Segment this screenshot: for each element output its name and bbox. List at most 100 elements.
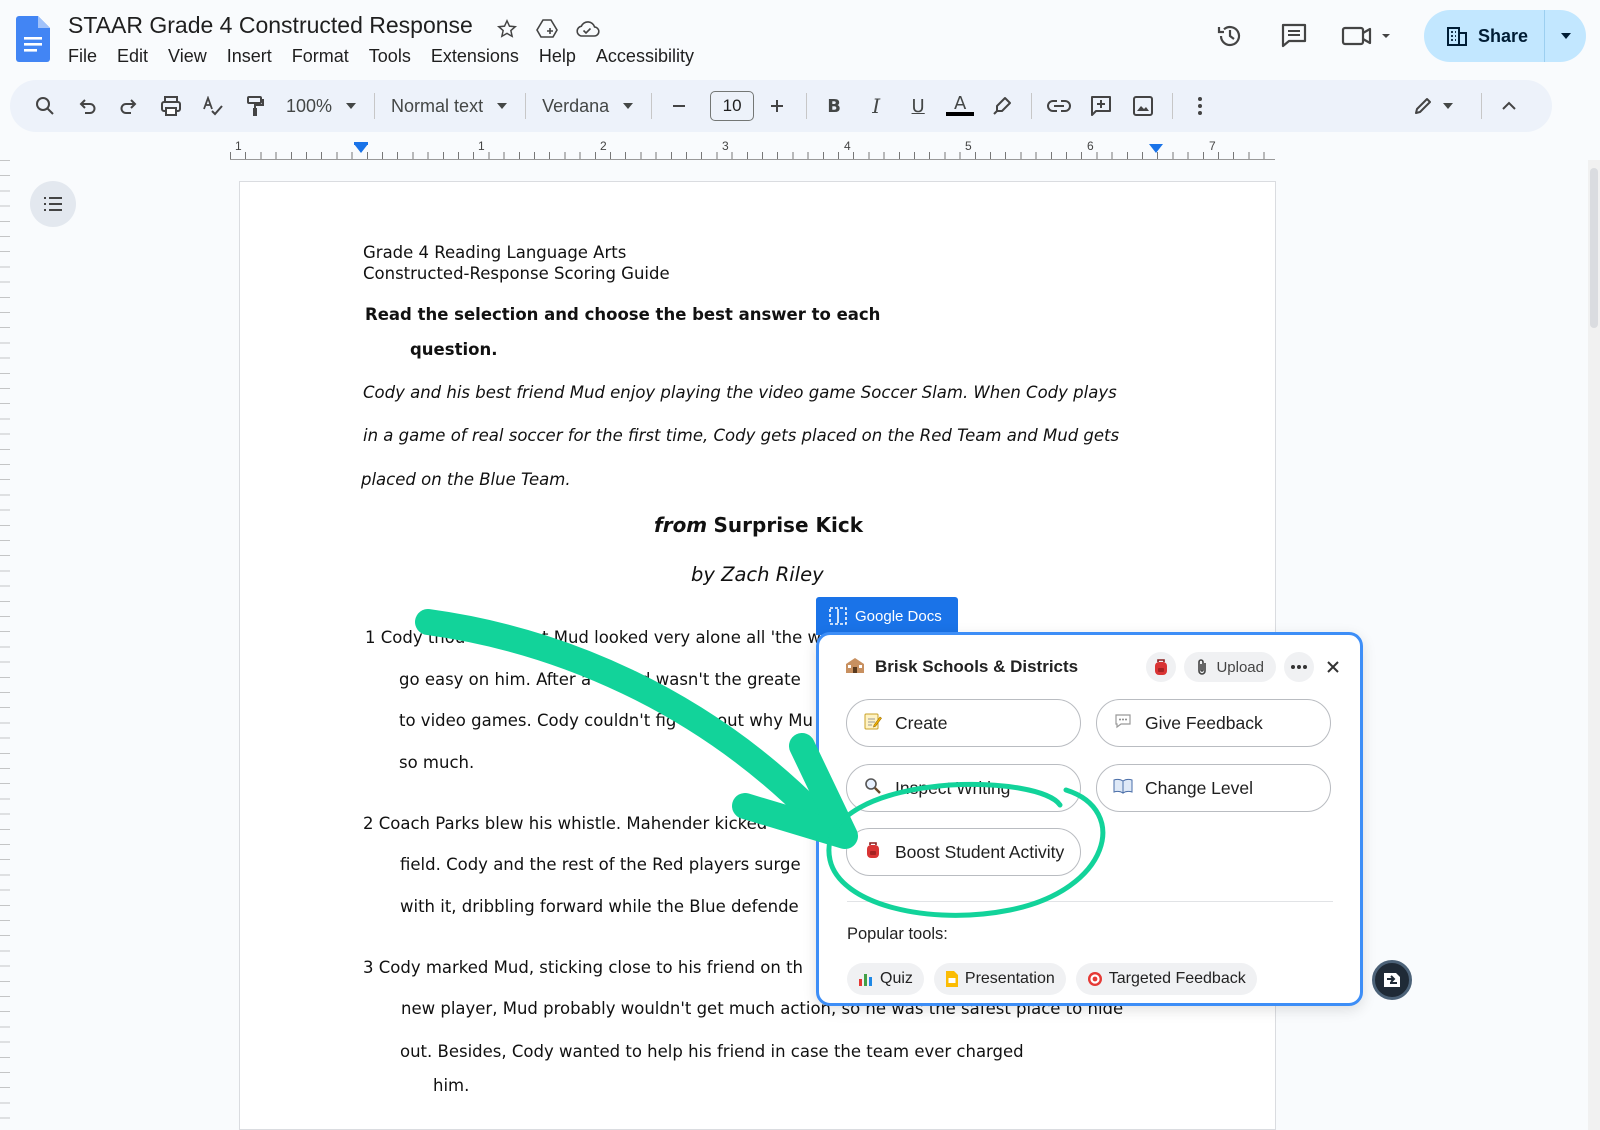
story-byline: by Zach Riley xyxy=(691,563,824,586)
upload-button[interactable]: Upload xyxy=(1184,652,1276,682)
star-icon[interactable] xyxy=(494,16,520,42)
boost-student-activity-label: Boost Student Activity xyxy=(895,841,1065,862)
open-book-icon xyxy=(1113,778,1133,799)
divider xyxy=(525,93,527,119)
right-indent-marker[interactable] xyxy=(1149,144,1163,153)
change-level-button[interactable]: Change Level xyxy=(1096,764,1331,812)
menu-accessibility[interactable]: Accessibility xyxy=(586,46,704,66)
create-button[interactable]: Create xyxy=(846,699,1081,747)
paint-format-icon[interactable] xyxy=(238,89,272,123)
brisk-floating-button[interactable] xyxy=(1372,960,1412,1000)
share-button[interactable]: Share xyxy=(1423,10,1586,62)
google-docs-context-tab[interactable]: Google Docs xyxy=(816,597,958,635)
inspect-writing-button[interactable]: Inspect Writing xyxy=(846,764,1081,812)
zoom-select[interactable]: 100% xyxy=(280,89,362,123)
more-horizontal-icon[interactable] xyxy=(1284,652,1314,682)
text-color-button[interactable]: A xyxy=(943,89,977,123)
document-title[interactable]: STAAR Grade 4 Constructed Response xyxy=(68,12,473,39)
spellcheck-icon[interactable] xyxy=(196,89,230,123)
story-title: Surprise Kick xyxy=(713,513,863,537)
popular-tools-list: Quiz Presentation Targeted Feedback xyxy=(847,963,1257,995)
menu-tools[interactable]: Tools xyxy=(359,46,421,66)
memo-pencil-icon xyxy=(863,712,883,735)
doc-instruction-line2: question. xyxy=(410,340,498,359)
font-size-input[interactable]: 10 xyxy=(710,91,755,121)
quiz-chip[interactable]: Quiz xyxy=(847,963,924,995)
para3-line3: out. Besides, Cody wanted to help his fr… xyxy=(400,1042,1024,1061)
cloud-saved-icon[interactable] xyxy=(574,16,600,42)
ruler-baseline xyxy=(230,159,1275,160)
document-outline-button[interactable] xyxy=(30,181,76,227)
ruler-number: 1 xyxy=(235,139,242,153)
outline-list-icon xyxy=(44,197,62,211)
boost-student-activity-button[interactable]: Boost Student Activity xyxy=(846,828,1081,876)
pencil-icon xyxy=(1415,98,1431,114)
insert-image-icon[interactable] xyxy=(1126,89,1160,123)
zoom-value: 100% xyxy=(286,95,333,116)
meet-camera-icon[interactable] xyxy=(1340,18,1396,54)
menu-bar: File Edit View Insert Format Tools Exten… xyxy=(68,46,704,66)
targeted-feedback-label: Targeted Feedback xyxy=(1108,970,1246,987)
bold-button[interactable]: B xyxy=(817,89,851,123)
close-icon[interactable] xyxy=(1322,656,1344,678)
ruler-number: 3 xyxy=(722,139,729,153)
italic-button[interactable]: I xyxy=(859,89,893,123)
highlight-pen-icon[interactable] xyxy=(985,89,1019,123)
search-menus-icon[interactable] xyxy=(28,89,62,123)
ruler-number: 4 xyxy=(844,139,851,153)
underline-button[interactable]: U xyxy=(901,89,935,123)
popular-tools-label: Popular tools: xyxy=(847,925,948,943)
doc-intro-line3: placed on the Blue Team. xyxy=(361,470,571,489)
version-history-icon[interactable] xyxy=(1212,18,1248,54)
bar-chart-icon xyxy=(859,974,872,986)
brisk-panel: Brisk Schools & Districts Upload Create xyxy=(816,632,1363,1006)
scrollbar-thumb[interactable] xyxy=(1590,168,1598,328)
para3-line4: him. xyxy=(433,1076,470,1095)
ruler-number: 1 xyxy=(478,139,485,153)
font-select[interactable]: Verdana xyxy=(536,89,639,123)
print-icon[interactable] xyxy=(154,89,188,123)
divider xyxy=(1031,93,1033,119)
left-indent-marker[interactable] xyxy=(354,144,368,153)
decrease-font-size-icon[interactable] xyxy=(662,89,696,123)
menu-insert[interactable]: Insert xyxy=(217,46,282,66)
menu-format[interactable]: Format xyxy=(282,46,359,66)
story-from: from xyxy=(654,513,708,537)
targeted-feedback-chip[interactable]: Targeted Feedback xyxy=(1075,963,1257,995)
text-color-glyph: A xyxy=(953,93,967,114)
share-dropdown-button[interactable] xyxy=(1544,10,1586,62)
toolbar: 100% Normal text Verdana 10 B I U A xyxy=(10,80,1552,132)
ruler-number: 6 xyxy=(1087,139,1094,153)
google-docs-logo-icon[interactable] xyxy=(16,16,50,62)
para1-line1a: 1 Cody thou xyxy=(365,628,466,647)
para1-line2b: d wasn't the greate xyxy=(640,670,801,689)
hide-menus-chevron-up-icon[interactable] xyxy=(1492,89,1526,123)
give-feedback-label: Give Feedback xyxy=(1145,712,1263,733)
menu-file[interactable]: File xyxy=(68,46,107,66)
comments-icon[interactable] xyxy=(1276,18,1312,54)
presentation-chip[interactable]: Presentation xyxy=(933,963,1066,995)
doc-header-line1: Grade 4 Reading Language Arts xyxy=(363,243,627,262)
ruler-number: 7 xyxy=(1209,139,1216,153)
undo-icon[interactable] xyxy=(70,89,104,123)
para2-line3: with it, dribbling forward while the Blu… xyxy=(400,897,799,916)
horizontal-ruler[interactable]: 1 1 2 3 4 5 6 7 xyxy=(230,138,1275,160)
para1-line2a: go easy on him. After a xyxy=(399,670,592,689)
move-to-drive-icon[interactable] xyxy=(534,16,560,42)
menu-view[interactable]: View xyxy=(158,46,217,66)
para1-line4: so much. xyxy=(399,753,475,772)
chevron-down-icon xyxy=(346,103,357,109)
backpack-icon[interactable] xyxy=(1146,652,1177,682)
first-line-indent-marker[interactable] xyxy=(354,142,368,145)
more-options-icon[interactable] xyxy=(1183,89,1217,123)
menu-edit[interactable]: Edit xyxy=(107,46,158,66)
menu-extensions[interactable]: Extensions xyxy=(421,46,529,66)
paragraph-style-select[interactable]: Normal text xyxy=(385,89,513,123)
editing-mode-button[interactable] xyxy=(1413,89,1453,123)
give-feedback-button[interactable]: Give Feedback xyxy=(1096,699,1331,747)
menu-help[interactable]: Help xyxy=(529,46,586,66)
redo-icon[interactable] xyxy=(112,89,146,123)
add-comment-icon[interactable] xyxy=(1084,89,1118,123)
increase-font-size-icon[interactable] xyxy=(760,89,794,123)
insert-link-icon[interactable] xyxy=(1042,89,1076,123)
